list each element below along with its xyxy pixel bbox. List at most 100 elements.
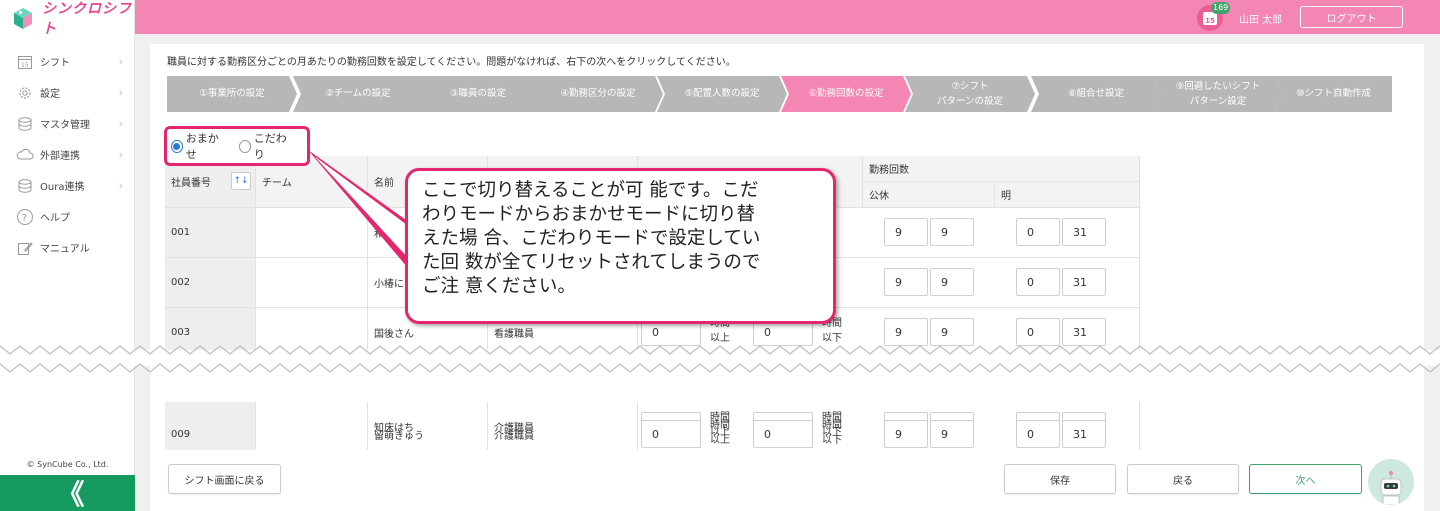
user-name: 山田 太郎 [1239, 15, 1283, 26]
app-root: シンクロシフト 15 シフト › 設定 › マスタ管理 › 外部連携 › Our… [0, 0, 1440, 511]
sidebar-collapse-button[interactable]: 《 [0, 475, 135, 511]
callout-line: わりモードからおまかせモードに切り替 [422, 204, 756, 225]
table-row-name: 留萌きゅう [368, 410, 488, 450]
sidebar-item-help[interactable]: ? ヘルプ [0, 201, 135, 232]
chevron-right-icon: › [118, 117, 123, 130]
step-2[interactable]: ②チームの設定 [293, 76, 423, 112]
dawn-min-input[interactable]: 0 [1016, 268, 1060, 296]
notification-button[interactable]: 15 169 [1197, 2, 1231, 31]
table-row-job: 介護職員 [488, 410, 638, 450]
sort-icon: ↑↓ [233, 176, 249, 186]
callout-line: ここで切り替えることが可 能です。こだ [422, 180, 759, 201]
step-6-active[interactable]: ⑥勤務回数の設定 [781, 76, 911, 112]
gear-icon [16, 84, 34, 102]
cloud-icon [16, 146, 34, 164]
table-row-id: 001 [165, 208, 256, 258]
sidebar-item-shift[interactable]: 15 シフト › [0, 46, 135, 77]
next-button[interactable]: 次へ [1249, 464, 1362, 494]
sort-button[interactable]: ↑↓ [231, 172, 251, 190]
top-header: 15 169 山田 太郎 ログアウト [135, 0, 1440, 34]
step-10[interactable]: ⑩シフト自動作成 [1275, 76, 1392, 112]
dawn-max-input[interactable]: 31 [1062, 268, 1106, 296]
step-progress: ①事業所の設定 ②チームの設定 ③職員の設定 ④勤務区分の設定 ⑤配置人数の設定… [167, 76, 1392, 112]
callout-line: た回 数が全てリセットされてしまうので [422, 252, 761, 273]
sidebar-item-label: 設定 [40, 89, 60, 100]
holiday-max-input[interactable]: 9 [930, 268, 974, 296]
step-9[interactable]: ⑨回避したいシフト パターン設定 [1153, 76, 1283, 112]
sidebar-item-oura[interactable]: Oura連携 › [0, 170, 135, 201]
sidebar-item-label: マニュアル [40, 244, 90, 255]
step-3[interactable]: ③職員の設定 [413, 76, 543, 112]
notification-badge: 169 [1211, 2, 1231, 14]
header-work-count: 勤務回数 [863, 156, 1140, 182]
assistant-robot-button[interactable] [1368, 459, 1414, 505]
hours-max-input[interactable]: 0 [753, 420, 813, 448]
header-holiday: 公休 [863, 182, 995, 208]
back-to-shift-button[interactable]: シフト画面に戻る [168, 464, 281, 494]
table-row-team [256, 258, 368, 308]
robot-icon [1368, 459, 1414, 505]
step-1[interactable]: ①事業所の設定 [167, 76, 297, 112]
sidebar-item-label: マスタ管理 [40, 120, 90, 131]
sidebar-item-label: Oura連携 [40, 182, 85, 193]
back-button[interactable]: 戻る [1127, 464, 1239, 494]
dawn-min-input[interactable]: 0 [1016, 218, 1060, 246]
step-8[interactable]: ⑧組合せ設定 [1031, 76, 1161, 112]
save-button[interactable]: 保存 [1004, 464, 1116, 494]
step-4[interactable]: ④勤務区分の設定 [533, 76, 663, 112]
holiday-max-input[interactable]: 9 [930, 218, 974, 246]
calendar-icon: 15 [16, 53, 34, 71]
database-icon [16, 115, 34, 133]
sidebar-item-label: 外部連携 [40, 151, 80, 162]
radio-unchecked-icon [239, 139, 251, 153]
sidebar-item-label: シフト [40, 58, 70, 69]
double-chevron-left-icon: 《 [56, 478, 84, 511]
chevron-right-icon: › [118, 86, 123, 99]
chevron-right-icon: › [118, 55, 123, 68]
database-icon [16, 177, 34, 195]
holiday-min-input[interactable]: 9 [884, 268, 928, 296]
mode-auto-radio[interactable]: おまかせ [171, 130, 225, 162]
table-row-id: 009 [165, 410, 256, 450]
edit-icon [16, 239, 34, 257]
table-row-id: 002 [165, 258, 256, 308]
mode-toggle: おまかせ こだわり [164, 126, 310, 166]
table-row-team [256, 410, 368, 450]
svg-text:?: ? [22, 213, 27, 224]
copyright: © SynCube Co., Ltd. [26, 460, 109, 469]
sidebar-item-label: ヘルプ [40, 213, 70, 224]
annotation-callout: ここで切り替えることが可 能です。こだ わりモードからおまかせモードに切り替 え… [405, 168, 836, 324]
page-scrollbar[interactable] [1424, 34, 1440, 511]
sidebar-item-external[interactable]: 外部連携 › [0, 139, 135, 170]
logout-button[interactable]: ログアウト [1300, 6, 1403, 28]
holiday-max-input[interactable]: 9 [930, 420, 974, 448]
sidebar-nav: 15 シフト › 設定 › マスタ管理 › 外部連携 › Oura連携 › ? … [0, 46, 135, 263]
callout-line: ご注 意ください。 [422, 276, 576, 297]
chevron-right-icon: › [118, 179, 123, 192]
sidebar-item-settings[interactable]: 設定 › [0, 77, 135, 108]
table-row-team [256, 208, 368, 258]
scrollbar-thumb[interactable] [1428, 34, 1436, 511]
hours-min-input[interactable]: 0 [641, 420, 701, 448]
brand-logo[interactable]: シンクロシフト [10, 1, 135, 37]
callout-line: えた場 合、こだわりモードで設定してい [422, 228, 761, 249]
radio-checked-icon [171, 139, 183, 153]
mode-custom-radio[interactable]: こだわり [239, 130, 293, 162]
sidebar-item-manual[interactable]: マニュアル [0, 232, 135, 263]
dawn-max-input[interactable]: 31 [1062, 218, 1106, 246]
sidebar: シンクロシフト 15 シフト › 設定 › マスタ管理 › 外部連携 › Our… [0, 0, 135, 511]
step-5[interactable]: ⑤配置人数の設定 [657, 76, 787, 112]
step-7[interactable]: ⑦シフト パターンの設定 [905, 76, 1035, 112]
page-instruction: 職員に対する勤務区分ごとの月あたりの勤務回数を設定してください。問題がなければ、… [167, 57, 736, 68]
header-dawn: 明 [995, 182, 1140, 208]
help-icon: ? [16, 208, 34, 226]
work-count-table-tail: 009 留萌きゅう 介護職員 0 時間 以上 0 時間 以下 9 9 0 31 [165, 410, 1140, 450]
holiday-min-input[interactable]: 9 [884, 420, 928, 448]
holiday-min-input[interactable]: 9 [884, 218, 928, 246]
dawn-max-input[interactable]: 31 [1062, 420, 1106, 448]
hours-below-unit: 時間 以下 [822, 420, 842, 446]
sidebar-item-master[interactable]: マスタ管理 › [0, 108, 135, 139]
chevron-right-icon: › [118, 148, 123, 161]
brand-logo-icon [10, 5, 36, 31]
dawn-min-input[interactable]: 0 [1016, 420, 1060, 448]
